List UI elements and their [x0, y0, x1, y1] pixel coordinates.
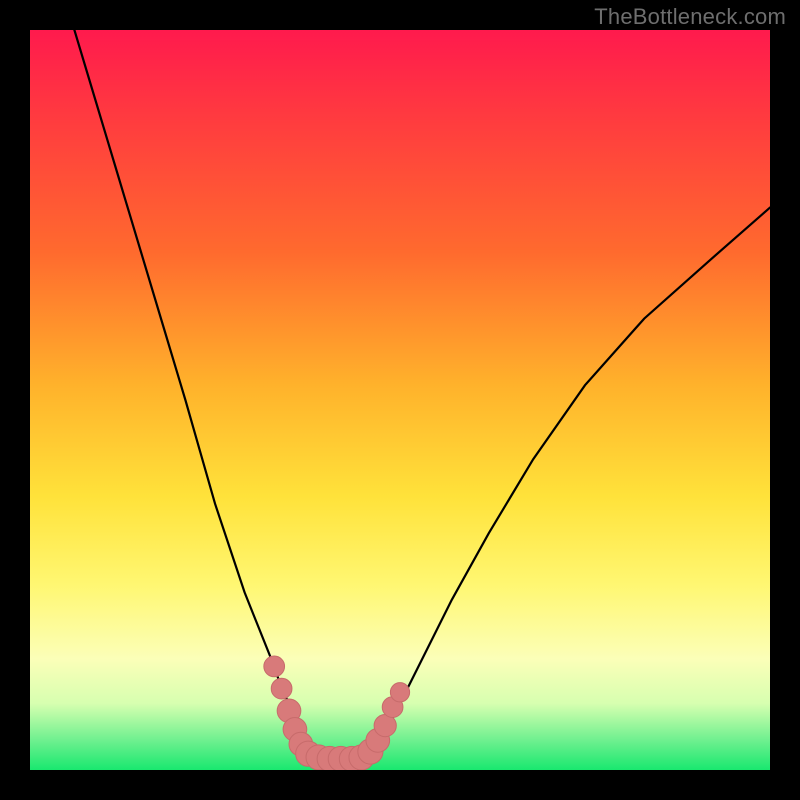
data-marker — [264, 656, 285, 677]
data-marker — [390, 683, 409, 702]
chart-frame: TheBottleneck.com — [0, 0, 800, 800]
curve-left — [74, 30, 311, 755]
watermark-text: TheBottleneck.com — [594, 4, 786, 30]
chart-svg — [30, 30, 770, 770]
plot-area — [30, 30, 770, 770]
curve-right — [370, 208, 770, 756]
marker-group — [264, 656, 410, 770]
data-marker — [271, 678, 292, 699]
